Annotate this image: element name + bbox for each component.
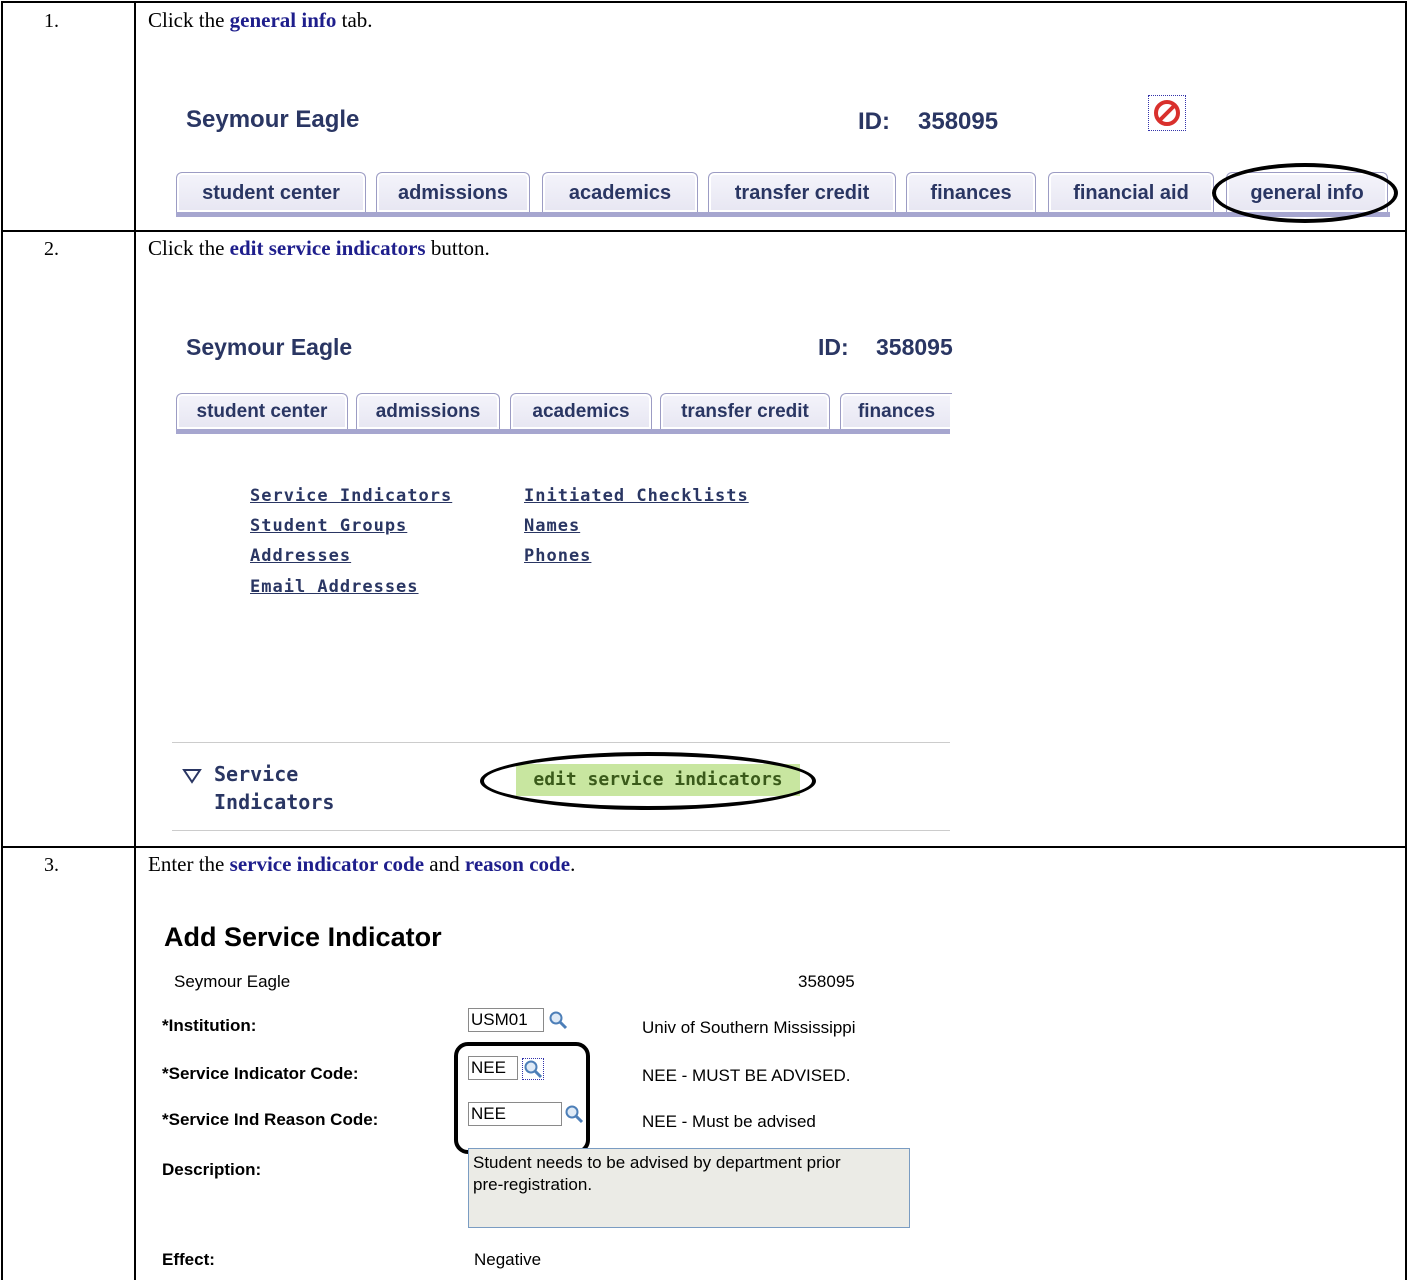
step-instruction: Enter the service indicator code and rea… bbox=[148, 852, 576, 876]
tab-admissions[interactable]: admissions bbox=[376, 172, 530, 212]
highlight-oval bbox=[480, 752, 816, 810]
student-name: Seymour Eagle bbox=[186, 106, 360, 133]
tab-student-center[interactable]: student center bbox=[176, 393, 348, 429]
form-student-id: 358095 bbox=[798, 972, 855, 991]
student-id-label: ID: bbox=[858, 108, 890, 135]
tab-finances[interactable]: finances bbox=[840, 393, 952, 429]
link-phones[interactable]: Phones bbox=[524, 546, 591, 566]
student-name: Seymour Eagle bbox=[186, 334, 353, 360]
reason-code-description: NEE - Must be advised bbox=[642, 1112, 816, 1131]
tab-underline bbox=[176, 212, 1390, 217]
tab-academics[interactable]: academics bbox=[542, 172, 698, 212]
table-border-top bbox=[1, 1, 1407, 3]
section-divider bbox=[172, 742, 950, 743]
link-initiated-checklists[interactable]: Initiated Checklists bbox=[524, 486, 749, 506]
tab-financial-aid[interactable]: financial aid bbox=[1048, 172, 1214, 212]
institution-label: *Institution: bbox=[162, 1016, 257, 1035]
step-number: 3. bbox=[44, 854, 59, 876]
link-student-groups[interactable]: Student Groups bbox=[250, 516, 407, 536]
student-id-value: 358095 bbox=[918, 108, 999, 135]
institution-description: Univ of Southern Mississippi bbox=[642, 1018, 856, 1037]
tab-admissions[interactable]: admissions bbox=[356, 393, 500, 429]
link-addresses[interactable]: Addresses bbox=[250, 546, 351, 566]
section-divider bbox=[172, 830, 950, 831]
highlight-oval bbox=[1212, 163, 1398, 223]
table-col-divider bbox=[134, 1, 136, 1280]
step-instruction: Click the general info tab. bbox=[148, 8, 373, 32]
highlight-box bbox=[454, 1042, 590, 1154]
link-service-indicators[interactable]: Service Indicators bbox=[250, 486, 452, 506]
link-email-addresses[interactable]: Email Addresses bbox=[250, 577, 419, 597]
step-number: 1. bbox=[44, 10, 59, 32]
triangle-down-icon[interactable] bbox=[182, 768, 202, 784]
tab-finances[interactable]: finances bbox=[906, 172, 1036, 212]
section-title: Service bbox=[214, 762, 299, 786]
description-label: Description: bbox=[162, 1160, 262, 1179]
form-student-name: Seymour Eagle bbox=[174, 972, 291, 991]
table-row-divider bbox=[1, 230, 1407, 232]
reason-code-label: *Service Ind Reason Code: bbox=[162, 1110, 379, 1129]
section-title: Indicators bbox=[214, 790, 335, 814]
no-entry-icon[interactable] bbox=[1148, 95, 1186, 131]
magnifier-icon[interactable] bbox=[548, 1010, 568, 1030]
table-row-divider bbox=[1, 846, 1407, 848]
student-id-label: ID: bbox=[818, 334, 849, 360]
effect-label: Effect: bbox=[162, 1250, 215, 1269]
step-number: 2. bbox=[44, 238, 59, 260]
description-text-line: Student needs to be advised by departmen… bbox=[473, 1153, 841, 1172]
tab-academics[interactable]: academics bbox=[510, 393, 652, 429]
effect-value: Negative bbox=[474, 1250, 542, 1269]
tab-transfer-credit[interactable]: transfer credit bbox=[660, 393, 830, 429]
form-title: Add Service Indicator bbox=[164, 922, 442, 952]
tab-underline bbox=[176, 429, 950, 434]
description-textarea[interactable]: Student needs to be advised by departmen… bbox=[468, 1148, 910, 1228]
service-indicator-code-label: *Service Indicator Code: bbox=[162, 1064, 359, 1083]
tutorial-page: { "steps": [ {"number": "1.", "pre": "Cl… bbox=[0, 0, 1408, 1281]
service-indicator-code-description: NEE - MUST BE ADVISED. bbox=[642, 1066, 851, 1085]
tab-transfer-credit[interactable]: transfer credit bbox=[708, 172, 896, 212]
description-text-line: pre-registration. bbox=[473, 1175, 593, 1194]
institution-input[interactable]: USM01 bbox=[468, 1008, 544, 1032]
step-instruction: Click the edit service indicators button… bbox=[148, 236, 490, 260]
student-id-value: 358095 bbox=[876, 334, 953, 360]
table-border-left bbox=[1, 1, 3, 1280]
link-names[interactable]: Names bbox=[524, 516, 580, 536]
table-border-right bbox=[1405, 1, 1407, 1280]
tab-student-center[interactable]: student center bbox=[176, 172, 366, 212]
